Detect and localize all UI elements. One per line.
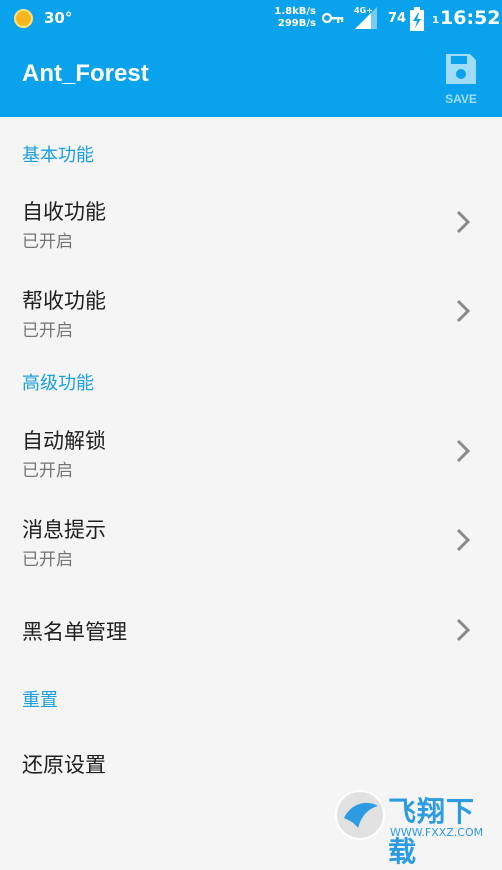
chevron-right-icon [456, 299, 471, 323]
section-header-reset: 重置 [22, 690, 58, 711]
pref-summary: 已开启 [22, 550, 73, 570]
pref-auto-collect[interactable]: 自收功能 已开启 [0, 178, 502, 266]
key-icon [322, 12, 344, 24]
network-speed: 1.8kB/s 299B/s [274, 6, 316, 30]
pref-title: 还原设置 [22, 753, 106, 777]
battery-charging-icon [410, 7, 424, 31]
speed-down: 299B/s [277, 18, 316, 29]
chevron-right-icon [456, 210, 471, 234]
pref-summary: 已开启 [22, 461, 73, 481]
speed-up: 1.8kB/s [274, 6, 316, 17]
watermark-url: WWW.FXXZ.COM [390, 826, 484, 839]
pref-auto-unlock[interactable]: 自动解锁 已开启 [0, 405, 502, 495]
save-button[interactable]: SAVE [434, 48, 490, 110]
status-bar: 30° 1.8kB/s 299B/s 4G+ 74 1 16:52 [0, 0, 502, 38]
chevron-right-icon [456, 528, 471, 552]
pref-message-notify[interactable]: 消息提示 已开启 [0, 495, 502, 585]
signal-icon [355, 7, 377, 29]
chevron-right-icon [456, 439, 471, 463]
pref-blacklist[interactable]: 黑名单管理 [0, 585, 502, 675]
pref-title: 自动解锁 [22, 429, 106, 453]
save-label: SAVE [445, 92, 477, 106]
pref-help-collect[interactable]: 帮收功能 已开启 [0, 266, 502, 356]
pref-title: 黑名单管理 [22, 620, 127, 644]
weather-sun-icon [14, 9, 33, 28]
pref-title: 消息提示 [22, 518, 106, 542]
app-bar: Ant_Forest SAVE [0, 38, 502, 117]
clock: 16:52 [440, 7, 501, 29]
chevron-right-icon [456, 618, 471, 642]
save-icon [446, 54, 476, 84]
watermark: 飞翔下载 WWW.FXXZ.COM [334, 788, 494, 868]
pref-title: 自收功能 [22, 200, 106, 224]
pref-title: 帮收功能 [22, 289, 106, 313]
temperature: 30° [44, 9, 73, 27]
sim-indicator: 1 [432, 15, 439, 26]
battery-level: 74 [388, 11, 407, 26]
pref-summary: 已开启 [22, 321, 73, 341]
pref-summary: 已开启 [22, 232, 73, 252]
section-header-advanced: 高级功能 [22, 373, 94, 394]
section-header-basic: 基本功能 [22, 145, 94, 166]
app-title: Ant_Forest [22, 60, 149, 87]
watermark-logo-icon [335, 790, 385, 840]
